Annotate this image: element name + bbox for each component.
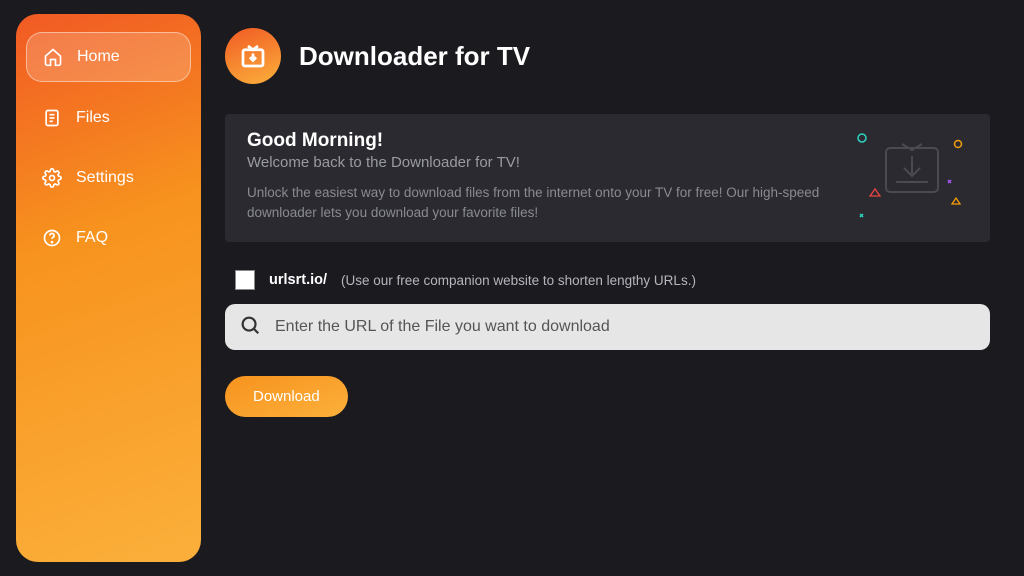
- sidebar-item-files[interactable]: Files: [26, 94, 191, 142]
- sidebar-item-home[interactable]: Home: [26, 32, 191, 82]
- sidebar-item-label: Home: [77, 48, 120, 66]
- shorten-url-row: urlsrt.io/ (Use our free companion websi…: [235, 270, 982, 290]
- main-content: Downloader for TV Good Morning! Welcome …: [201, 0, 1024, 576]
- shorten-checkbox[interactable]: [235, 270, 255, 290]
- sidebar-item-label: Settings: [76, 169, 134, 187]
- app-title: Downloader for TV: [299, 41, 530, 72]
- sidebar: Home Files Settings FAQ: [16, 14, 201, 562]
- welcome-illustration: [852, 126, 972, 226]
- sidebar-item-settings[interactable]: Settings: [26, 154, 191, 202]
- files-icon: [42, 108, 62, 128]
- download-button[interactable]: Download: [225, 376, 348, 417]
- sidebar-item-label: FAQ: [76, 229, 108, 247]
- sidebar-item-faq[interactable]: FAQ: [26, 214, 191, 262]
- help-icon: [42, 228, 62, 248]
- shorten-url-hint: (Use our free companion website to short…: [341, 273, 696, 288]
- gear-icon: [42, 168, 62, 188]
- greeting-description: Unlock the easiest way to download files…: [247, 183, 887, 222]
- sidebar-item-label: Files: [76, 109, 110, 127]
- home-icon: [43, 47, 63, 67]
- url-input[interactable]: [275, 318, 976, 336]
- welcome-card: Good Morning! Welcome back to the Downlo…: [225, 114, 990, 242]
- url-input-container[interactable]: [225, 304, 990, 350]
- app-logo: [225, 28, 281, 84]
- header: Downloader for TV: [225, 28, 990, 84]
- shorten-url-label: urlsrt.io/: [269, 272, 327, 288]
- search-icon: [239, 314, 261, 341]
